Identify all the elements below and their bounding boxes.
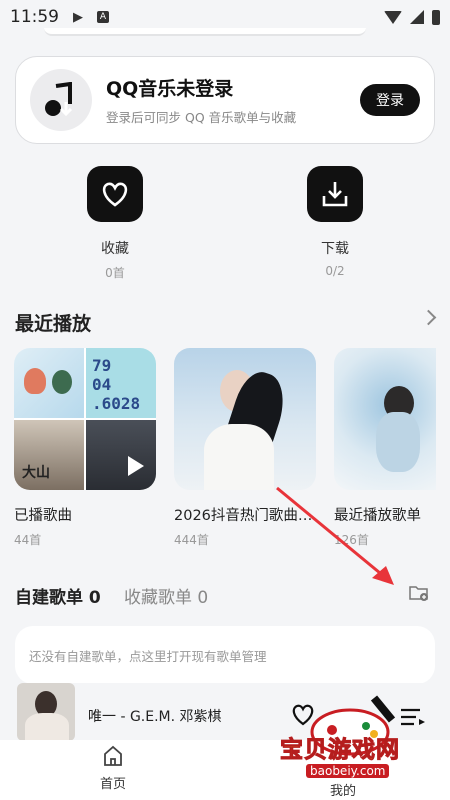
downloads-label: 下载 [321, 241, 349, 257]
app-notification-icon: A [97, 11, 109, 23]
recent-card-douyin[interactable]: 2026抖音热门歌曲… 444首 [174, 348, 316, 548]
battery-icon [432, 9, 440, 25]
empty-message: 还没有自建歌单，点这里打开现有歌单管理 [29, 648, 267, 664]
track-cover [17, 683, 75, 741]
empty-playlists-hint[interactable]: 还没有自建歌单，点这里打开现有歌单管理 [15, 626, 435, 684]
tab-favorited-playlists[interactable]: 收藏歌单 0 [124, 583, 208, 608]
recent-section-title: 最近播放 [15, 313, 92, 335]
card-count: 44首 [14, 533, 42, 547]
tab-self-built-playlists[interactable]: 自建歌单 0 [15, 583, 101, 608]
recent-playlists-cover [334, 348, 436, 490]
heart-icon [87, 166, 143, 222]
music-note-icon [30, 69, 92, 131]
play-icon [128, 456, 144, 476]
signal-icon [410, 10, 424, 24]
card-count: 126首 [334, 533, 369, 547]
login-title: QQ音乐未登录 [106, 78, 234, 100]
status-time: 11:59 [10, 7, 59, 27]
new-folder-icon[interactable] [409, 585, 429, 601]
recent-card-playlists[interactable]: 最近播放歌单 126首 [334, 348, 436, 548]
card-title: 2026抖音热门歌曲… [174, 508, 313, 524]
download-icon [307, 166, 363, 222]
card-title: 已播歌曲 [14, 508, 72, 524]
played-songs-cover: 79 04.6028 大山 [14, 348, 156, 490]
site-watermark: 宝贝游戏网 baobeiy.com [270, 690, 450, 790]
wifi-icon [384, 10, 402, 24]
home-icon [104, 745, 122, 766]
login-button[interactable]: 登录 [360, 84, 420, 116]
watermark-text: 宝贝游戏网 [280, 737, 400, 764]
nav-home-label: 首页 [99, 777, 126, 792]
chevron-right-icon[interactable] [420, 309, 437, 326]
favorites-label: 收藏 [101, 241, 129, 257]
nav-home[interactable]: 首页 [95, 745, 131, 792]
track-title: 唯一 - G.E.M. 邓紫棋 [88, 709, 222, 725]
play-status-icon: ▶ [73, 9, 83, 25]
header-remnant [44, 28, 366, 36]
downloads-shortcut[interactable]: 下载 0/2 [275, 166, 395, 278]
login-card[interactable]: QQ音乐未登录 登录后可同步 QQ 音乐歌单与收藏 登录 [15, 56, 435, 144]
douyin-playlist-cover [174, 348, 316, 490]
favorites-count: 0首 [105, 266, 125, 280]
recent-card-played[interactable]: 79 04.6028 大山 已播歌曲 44首 [14, 348, 156, 548]
card-count: 444首 [174, 533, 209, 547]
favorites-shortcut[interactable]: 收藏 0首 [55, 166, 175, 281]
login-subtitle: 登录后可同步 QQ 音乐歌单与收藏 [106, 110, 297, 125]
downloads-count: 0/2 [325, 264, 345, 278]
card-title: 最近播放歌单 [334, 508, 421, 524]
watermark-url: baobeiy.com [306, 764, 390, 778]
